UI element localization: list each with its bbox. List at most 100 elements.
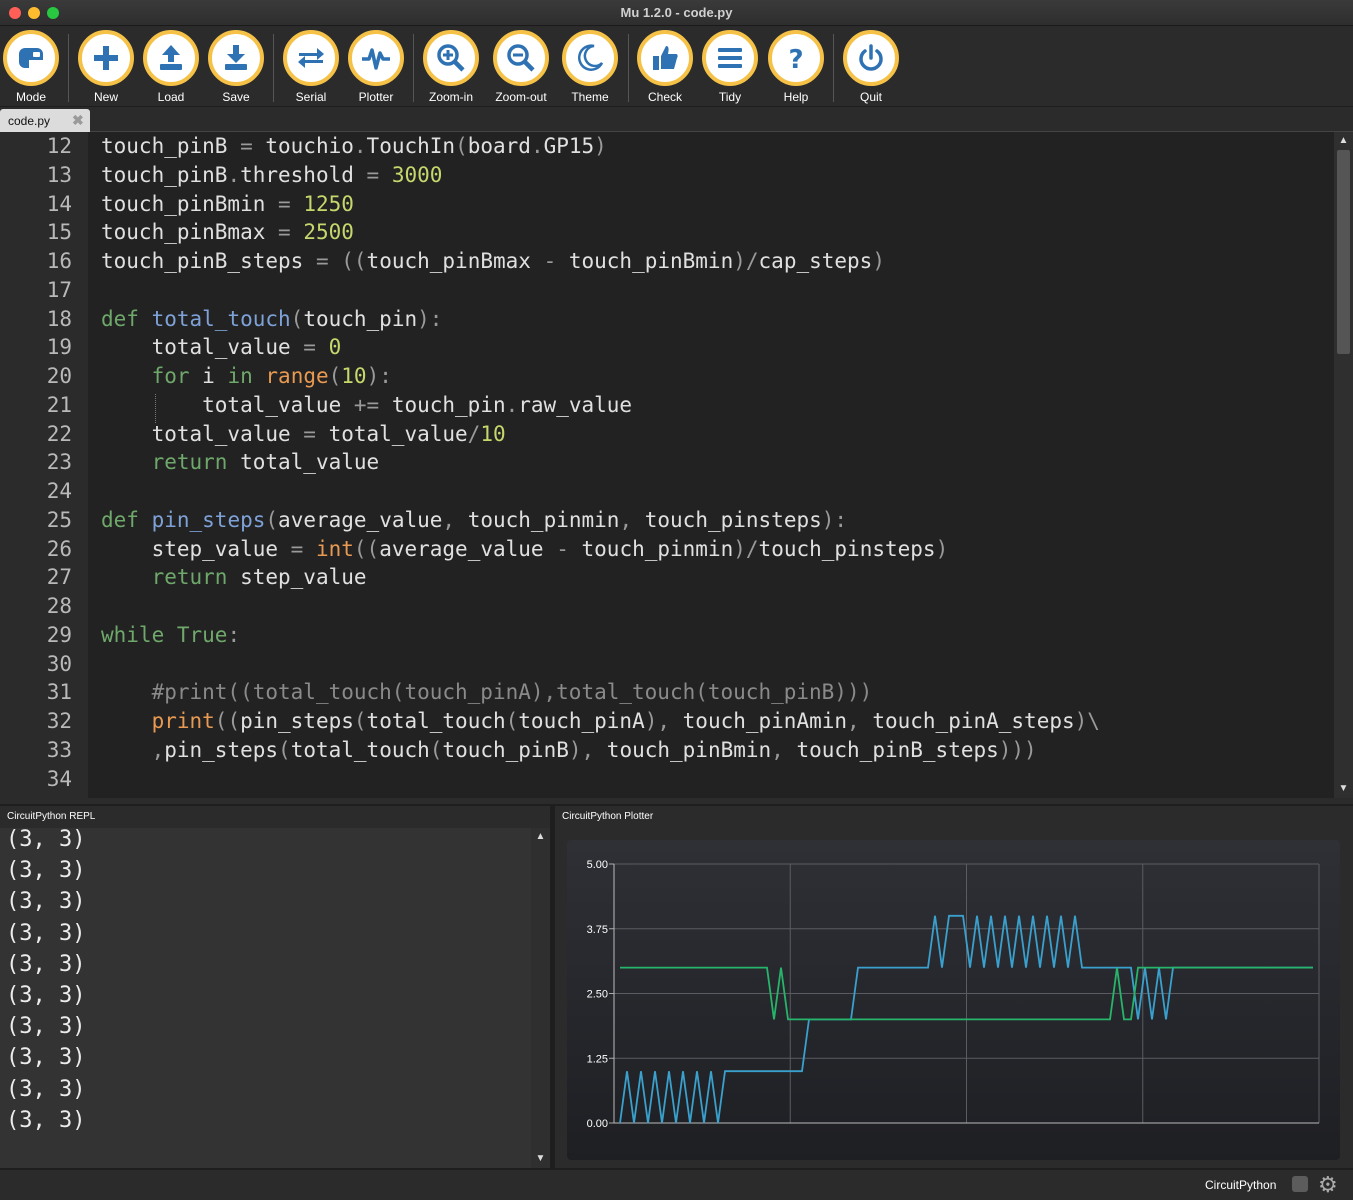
code-token: touch_pinBmin [594,737,772,762]
serial-button[interactable]: Serial [281,30,341,106]
scroll-up-icon[interactable]: ▲ [1334,132,1353,150]
scroll-down-icon[interactable]: ▼ [531,1150,550,1168]
zoom-out-button[interactable]: Zoom-out [491,30,551,106]
code-line[interactable]: print((pin_steps(total_touch(touch_pinA)… [101,707,1100,736]
code-line[interactable]: total_value = 0 [101,333,342,362]
help-button[interactable]: ? Help [766,30,826,106]
code-line[interactable]: return total_value [101,448,380,477]
code-token: ( [455,134,468,158]
code-token: ): [417,306,443,331]
code-token: ( [429,737,443,762]
code-token: total_touch [151,306,291,331]
code-token: return [151,450,228,475]
code-token: (( [341,249,367,273]
mode-button[interactable]: Mode [1,30,61,106]
repl-output-line: (3, 3) [6,1014,86,1040]
toolbar-separator [273,34,274,102]
line-number: 13 [46,162,72,187]
tidy-button[interactable]: Tidy [700,30,760,106]
repl-title: CircuitPython REPL [7,811,96,822]
code-token: ( [278,737,291,762]
code-token: touch_pin [379,392,506,417]
code-token: total_value [101,392,354,417]
status-mode-label[interactable]: CircuitPython [1205,1178,1276,1192]
code-line[interactable]: def total_touch(touch_pin): [101,305,442,334]
plus-icon [78,30,134,86]
zoom-in-button[interactable]: Zoom-in [421,30,481,106]
code-line[interactable]: touch_pinBmin = 1250 [101,190,354,219]
code-token: . [353,134,367,158]
gear-icon[interactable]: ⚙ [1318,1172,1338,1198]
code-line[interactable]: touch_pinB.threshold = 3000 [101,161,442,190]
code-token: : [227,622,241,647]
y-tick-label: 0.00 [587,1118,608,1130]
check-button[interactable]: Check [635,30,695,106]
code-token: touch_pinBmax [366,249,544,273]
code-line[interactable]: total_value += touch_pin.raw_value [101,391,632,420]
code-token: while [101,622,165,647]
scroll-up-icon[interactable]: ▲ [531,828,550,846]
repl-output[interactable]: (3, 3) (3, 3) (3, 3) (3, 3) (3, 3) (3, 3) (3, … [0,827,531,1168]
line-number: 17 [46,277,72,302]
code-line[interactable]: for i in range(10): [101,362,392,391]
code-token: ) [935,536,949,561]
code-token: step_value [101,536,291,561]
editor-scrollbar[interactable]: ▲ ▼ [1334,132,1353,798]
editor-scroll-thumb[interactable] [1337,150,1350,354]
code-editor[interactable]: 12 13 14 15 16 17 18 19 20 21 22 23 24 25 26 27 28 29 30 31… [0,132,1353,798]
code-token: += [353,392,380,417]
line-number: 26 [46,536,72,561]
code-token: total_value [101,335,304,360]
device-chip-icon[interactable] [1292,1176,1308,1192]
code-token: = [278,191,291,216]
code-token: . [530,134,544,158]
code-token: total_touch [290,737,430,762]
theme-button[interactable]: Theme [560,30,620,106]
code-token: True [176,622,228,647]
code-line[interactable]: touch_pinB = touchio.TouchIn(board.GP15) [101,132,607,161]
line-number: 14 [46,191,72,216]
scroll-down-icon[interactable]: ▼ [1334,780,1353,798]
pulse-icon [348,30,404,86]
pane-splitter[interactable] [0,798,1353,804]
code-line[interactable]: step_value = int((average_value - touch_… [101,535,949,564]
code-token: touch_pinB_steps [783,737,999,762]
quit-button[interactable]: Quit [841,30,901,106]
code-token: , [847,709,860,733]
code-line[interactable]: ,pin_steps(total_touch(touch_pinB), touc… [101,736,1037,765]
code-token: return [151,565,228,590]
code-line[interactable]: touch_pinBmax = 2500 [101,218,354,247]
line-number: 28 [46,594,72,618]
line-number: 34 [46,766,72,791]
code-line[interactable]: while True: [101,621,240,650]
tab-code-py[interactable]: code.py ✖ [0,109,90,132]
code-token: average_value [379,536,557,561]
toolbar-separator [833,34,834,102]
code-line[interactable]: touch_pinB_steps = ((touch_pinBmax - tou… [101,247,885,276]
plotter-button[interactable]: Plotter [346,30,406,106]
code-token: (( [214,709,241,733]
close-tab-icon[interactable]: ✖ [72,112,84,129]
power-icon [843,30,899,86]
line-number: 32 [46,709,72,733]
repl-scrollbar[interactable]: ▲ ▼ [531,828,550,1168]
toolbar-separator [413,34,414,102]
code-line[interactable]: return step_value [101,563,367,592]
code-token: touch_pinA_steps [859,709,1075,733]
title-bar: Mu 1.2.0 - code.py [0,0,1353,26]
code-line[interactable]: #print((total_touch(touch_pinA),total_to… [101,678,873,707]
code-token: touch_pinBmin [556,249,734,273]
code-token: ): [366,364,392,388]
code-line[interactable]: def pin_steps(average_value, touch_pinmi… [101,506,847,535]
new-button[interactable]: New [76,30,136,106]
code-token: pin_steps [151,507,266,532]
load-button[interactable]: Load [141,30,201,106]
code-line[interactable]: total_value = total_value/10 [101,420,506,449]
line-number: 20 [46,364,72,388]
code-token: ) [872,249,885,273]
save-button[interactable]: Save [206,30,266,106]
repl-output-line: (3, 3) [6,827,86,852]
